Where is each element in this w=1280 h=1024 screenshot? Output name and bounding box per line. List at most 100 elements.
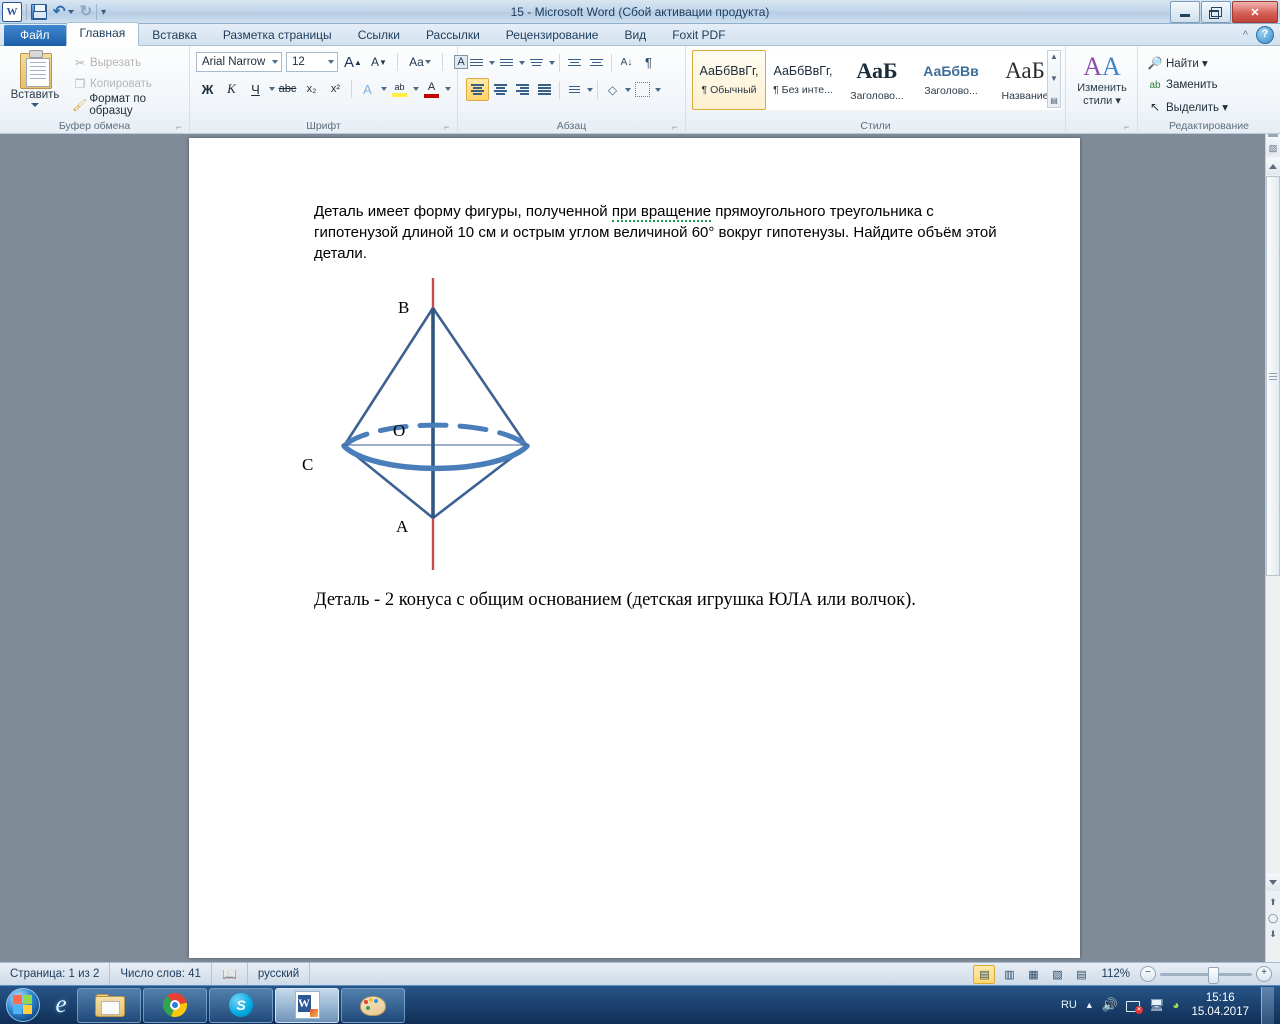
- proofing-status[interactable]: 📖: [212, 962, 248, 986]
- paste-button[interactable]: Вставить: [6, 50, 64, 107]
- show-marks-button[interactable]: ¶: [638, 52, 659, 73]
- document-paragraph-1[interactable]: Деталь имеет форму фигуры, полученной пр…: [314, 201, 1004, 264]
- styles-gallery-scroll[interactable]: ▲ ▼ ▤: [1047, 50, 1061, 108]
- format-painter-button[interactable]: 🖌 Формат по образцу: [70, 93, 189, 117]
- tab-home[interactable]: Главная: [65, 22, 140, 46]
- justify-button[interactable]: [534, 79, 555, 100]
- help-icon[interactable]: ?: [1256, 26, 1274, 44]
- scrollbar-thumb[interactable]: [1266, 176, 1280, 576]
- tab-review[interactable]: Рецензирование: [493, 25, 612, 46]
- grow-font-button[interactable]: A ▲: [342, 52, 364, 72]
- strikethrough-button[interactable]: abc: [276, 78, 299, 100]
- multilevel-dropdown-icon[interactable]: [549, 60, 555, 65]
- shrink-font-button[interactable]: A ▼: [368, 52, 390, 72]
- figure-two-cones[interactable]: B O C A: [189, 278, 1080, 578]
- word-count[interactable]: Число слов: 41: [110, 962, 212, 986]
- next-page-icon[interactable]: ⬇: [1269, 930, 1277, 939]
- highlight-button[interactable]: ab: [388, 78, 411, 100]
- taskbar-item-internet-explorer[interactable]: e: [46, 990, 76, 1020]
- clock[interactable]: 15:16 15.04.2017: [1187, 991, 1253, 1019]
- borders-button[interactable]: [632, 79, 653, 100]
- view-web-layout-button[interactable]: ▦: [1023, 966, 1043, 983]
- vertical-scrollbar[interactable]: ▧ ⬆ ◯ ⬇: [1265, 134, 1280, 962]
- taskbar-item-windows-explorer[interactable]: [77, 987, 141, 1023]
- tab-page-layout[interactable]: Разметка страницы: [210, 25, 345, 46]
- gallery-scroll-up-icon[interactable]: ▲: [1050, 53, 1058, 61]
- multilevel-list-button[interactable]: [526, 52, 547, 73]
- text-effects-dropdown-icon[interactable]: [381, 87, 387, 91]
- clipboard-dialog-launcher[interactable]: ⌐: [176, 123, 185, 132]
- decrease-indent-button[interactable]: [564, 52, 585, 73]
- style-no-spacing[interactable]: АаБбВвГг, ¶ Без инте...: [766, 50, 840, 110]
- font-name-combo[interactable]: Arial Narrow: [196, 52, 282, 72]
- paste-dropdown-icon[interactable]: [31, 103, 39, 107]
- numbering-button[interactable]: [496, 52, 517, 73]
- align-right-button[interactable]: [512, 79, 533, 100]
- view-outline-button[interactable]: ▧: [1047, 966, 1067, 983]
- collapse-ribbon-icon[interactable]: ^: [1243, 29, 1248, 41]
- taskbar-item-paint[interactable]: [341, 987, 405, 1023]
- view-full-screen-reading-button[interactable]: ▥: [999, 966, 1019, 983]
- change-case-button[interactable]: Aa: [405, 52, 435, 72]
- action-center-icon[interactable]: ✕: [1125, 999, 1143, 1014]
- italic-button[interactable]: К: [220, 78, 243, 100]
- bold-button[interactable]: Ж: [196, 78, 219, 100]
- replace-button[interactable]: ab Заменить: [1144, 74, 1228, 96]
- volume-icon[interactable]: 🔊: [1102, 997, 1118, 1013]
- font-size-combo[interactable]: 12: [286, 52, 338, 72]
- view-print-layout-button[interactable]: ▤: [973, 964, 996, 984]
- tab-insert[interactable]: Вставка: [139, 25, 210, 46]
- minimize-button[interactable]: [1170, 1, 1200, 23]
- text-effects-button[interactable]: A: [356, 78, 379, 100]
- document-paragraph-2[interactable]: Деталь - 2 конуса с общим основанием (де…: [314, 590, 1034, 611]
- zoom-slider-thumb[interactable]: [1208, 966, 1219, 984]
- align-left-button[interactable]: [466, 78, 489, 101]
- select-browse-object-icon[interactable]: ◯: [1268, 914, 1278, 923]
- change-styles-button[interactable]: AA Изменить стили ▾: [1066, 52, 1138, 108]
- taskbar-item-google-chrome[interactable]: [143, 987, 207, 1023]
- line-spacing-button[interactable]: [564, 79, 585, 100]
- antivirus-icon[interactable]: ◕: [1172, 998, 1179, 1012]
- find-button[interactable]: 🔎 Найти ▾: [1144, 52, 1228, 74]
- tab-foxit-pdf[interactable]: Foxit PDF: [659, 25, 738, 46]
- underline-dropdown-icon[interactable]: [269, 87, 275, 91]
- highlight-dropdown-icon[interactable]: [413, 87, 419, 91]
- paragraph-dialog-launcher[interactable]: ⌐: [672, 123, 681, 132]
- numbering-dropdown-icon[interactable]: [519, 60, 525, 65]
- style-normal[interactable]: АаБбВвГг, ¶ Обычный: [692, 50, 766, 110]
- font-color-button[interactable]: A: [420, 78, 443, 100]
- document-page[interactable]: Деталь имеет форму фигуры, полученной пр…: [189, 138, 1080, 958]
- font-dialog-launcher[interactable]: ⌐: [444, 123, 453, 132]
- underline-button[interactable]: Ч: [244, 78, 267, 100]
- restore-button[interactable]: [1201, 1, 1231, 23]
- superscript-button[interactable]: x²: [324, 78, 347, 100]
- shading-button[interactable]: ◇: [602, 79, 623, 100]
- show-hidden-icons-button[interactable]: ▲: [1085, 1000, 1094, 1010]
- sort-button[interactable]: A↓: [616, 52, 637, 73]
- scroll-down-button[interactable]: [1266, 874, 1280, 891]
- close-button[interactable]: ✕: [1232, 1, 1278, 23]
- tab-view[interactable]: Вид: [611, 25, 659, 46]
- page-indicator[interactable]: Страница: 1 из 2: [0, 962, 111, 986]
- zoom-slider[interactable]: [1160, 966, 1252, 984]
- network-icon[interactable]: 🖥: [1149, 998, 1164, 1012]
- subscript-button[interactable]: x₂: [300, 78, 323, 100]
- show-desktop-button[interactable]: [1261, 986, 1274, 1024]
- zoom-out-button[interactable]: −: [1140, 966, 1156, 982]
- zoom-level[interactable]: 112%: [1095, 968, 1136, 980]
- shading-dropdown-icon[interactable]: [625, 87, 631, 92]
- bullets-dropdown-icon[interactable]: [489, 60, 495, 65]
- styles-dialog-launcher[interactable]: ⌐: [1124, 123, 1133, 132]
- language-indicator-tray[interactable]: RU: [1061, 999, 1077, 1011]
- split-window-button[interactable]: ▧: [1266, 134, 1280, 156]
- scroll-up-button[interactable]: [1266, 158, 1280, 175]
- start-button[interactable]: [0, 986, 46, 1024]
- gallery-more-icon[interactable]: ▤: [1050, 97, 1058, 105]
- tab-mailings[interactable]: Рассылки: [413, 25, 493, 46]
- language-indicator[interactable]: русский: [248, 962, 311, 986]
- align-center-button[interactable]: [490, 79, 511, 100]
- copy-button[interactable]: ❐ Копировать: [70, 73, 189, 94]
- select-button[interactable]: ↖ Выделить ▾: [1144, 96, 1228, 118]
- zoom-in-button[interactable]: +: [1256, 966, 1272, 982]
- tab-file[interactable]: Файл: [4, 25, 66, 46]
